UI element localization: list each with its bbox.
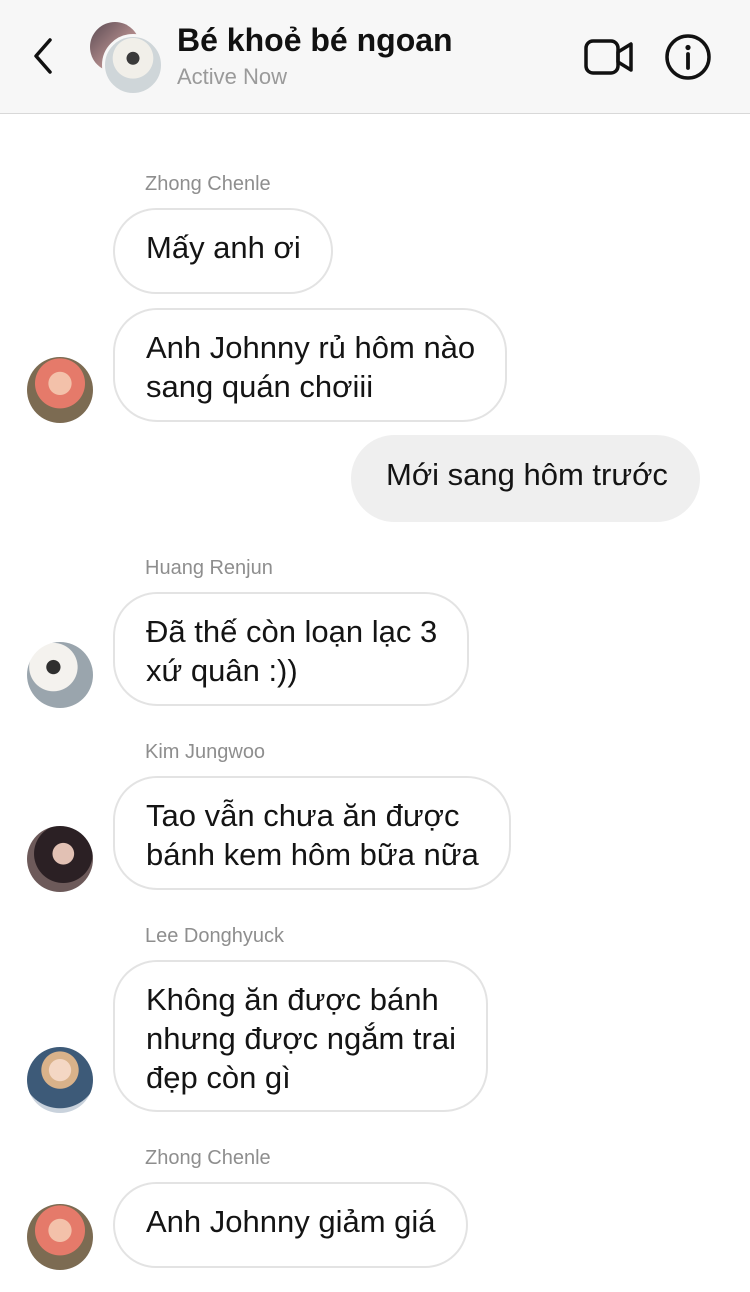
message-bubble[interactable]: Không ăn được bánh nhưng được ngắm trai …	[113, 960, 488, 1112]
message-bubble[interactable]: Mấy anh ơi	[113, 208, 333, 294]
video-call-button[interactable]	[583, 36, 635, 78]
group-avatar[interactable]	[90, 22, 164, 96]
chat-title[interactable]: Bé khoẻ bé ngoan	[177, 22, 453, 59]
message-bubble[interactable]: Tao vẫn chưa ăn được bánh kem hôm bữa nữ…	[113, 776, 511, 890]
message-bubble[interactable]: Đã thế còn loạn lạc 3 xứ quân :))	[113, 592, 470, 706]
chevron-left-icon	[34, 38, 52, 74]
avatar[interactable]	[27, 826, 93, 892]
sender-name: Kim Jungwoo	[145, 741, 266, 763]
message-bubble[interactable]: Anh Johnny giảm giá	[113, 1182, 468, 1268]
avatar[interactable]	[27, 357, 93, 423]
sender-name: Huang Renjun	[145, 557, 273, 579]
video-camera-icon	[584, 39, 633, 75]
sender-name: Zhong Chenle	[145, 1147, 271, 1169]
active-status: Active Now	[177, 64, 288, 89]
sender-name: Lee Donghyuck	[145, 925, 284, 947]
sender-name: Zhong Chenle	[145, 173, 271, 195]
info-button[interactable]	[664, 33, 712, 81]
chat-header: Bé khoẻ bé ngoan Active Now	[0, 0, 750, 114]
avatar[interactable]	[27, 1047, 93, 1113]
message-bubble[interactable]: Anh Johnny rủ hôm nào sang quán chơiii	[113, 308, 508, 422]
avatar[interactable]	[27, 642, 93, 708]
group-avatar-front	[102, 34, 164, 96]
avatar[interactable]	[27, 1204, 93, 1270]
info-icon	[665, 34, 711, 80]
back-button[interactable]	[28, 36, 60, 76]
message-bubble-outgoing[interactable]: Mới sang hôm trước	[351, 435, 700, 522]
